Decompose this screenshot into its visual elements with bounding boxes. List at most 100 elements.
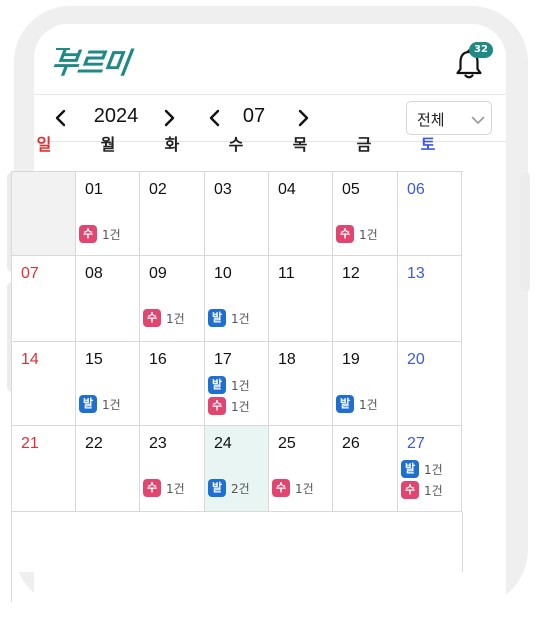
day-cell[interactable]: 09 수 1건: [140, 256, 205, 342]
day-cell[interactable]: 08: [76, 256, 140, 342]
day-cell[interactable]: 23 수 1건: [140, 426, 205, 512]
day-cell[interactable]: 03: [205, 172, 269, 256]
event-count: 1건: [231, 311, 250, 326]
day-cell[interactable]: 22: [76, 426, 140, 512]
day-number: 19: [342, 351, 360, 368]
day-number: 10: [214, 265, 232, 282]
day-number: 05: [342, 181, 360, 198]
weekday-label: 화: [164, 135, 180, 154]
day-number: 04: [278, 181, 296, 198]
app-header: 부르미 32: [34, 24, 506, 95]
weekday-label: 목: [292, 135, 308, 154]
event-tag[interactable]: 발 1건: [208, 308, 250, 328]
weekday-label: 금: [356, 135, 372, 154]
weekday-label: 수: [228, 135, 244, 154]
event-tag[interactable]: 수 1건: [143, 308, 185, 328]
day-number: 11: [278, 265, 295, 282]
event-count: 1건: [231, 399, 250, 414]
event-tag[interactable]: 수 1건: [401, 480, 443, 500]
empty-day-cell: [12, 172, 76, 256]
day-cell[interactable]: 18: [269, 342, 333, 426]
day-number: 08: [85, 265, 103, 282]
day-cell[interactable]: 26: [333, 426, 398, 512]
su-type-chip: 수: [79, 225, 97, 243]
day-number: 26: [342, 435, 360, 452]
day-cell[interactable]: 25 수 1건: [269, 426, 333, 512]
day-cell[interactable]: 14: [12, 342, 76, 426]
day-number: 20: [407, 351, 425, 368]
event-tag[interactable]: 발 1건: [401, 459, 443, 479]
su-type-chip: 수: [336, 225, 354, 243]
event-tag[interactable]: 발 1건: [208, 375, 250, 395]
day-cell[interactable]: 27 발 1건 수 1건: [398, 426, 462, 512]
app-logo[interactable]: 부르미: [49, 40, 132, 82]
bal-type-chip: 발: [401, 460, 419, 478]
event-count: 1건: [424, 483, 443, 498]
day-number: 22: [85, 435, 103, 452]
day-number: 18: [278, 351, 296, 368]
day-cell[interactable]: 07: [12, 256, 76, 342]
day-cell[interactable]: 01 수 1건: [76, 172, 140, 256]
notification-count-badge: 32: [469, 42, 493, 58]
day-cell[interactable]: 11: [269, 256, 333, 342]
day-cell[interactable]: 15 발 1건: [76, 342, 140, 426]
event-tag[interactable]: 발 1건: [79, 394, 121, 414]
day-cell[interactable]: 16: [140, 342, 205, 426]
weekday-label: 토: [420, 135, 436, 154]
day-cell[interactable]: 19 발 1건: [333, 342, 398, 426]
day-cell[interactable]: 21: [12, 426, 76, 512]
phone-side-button: [520, 172, 530, 292]
event-count: 1건: [359, 227, 378, 242]
day-cell[interactable]: 17 발 1건 수 1건: [205, 342, 269, 426]
day-cell[interactable]: 05 수 1건: [333, 172, 398, 256]
day-number: 01: [85, 181, 103, 198]
weekday-label: 월: [100, 135, 116, 154]
weekday-label: 일: [36, 135, 52, 154]
event-tag[interactable]: 발 1건: [336, 394, 378, 414]
day-number: 03: [214, 181, 232, 198]
day-number: 09: [149, 265, 167, 282]
event-tag[interactable]: 수 1건: [143, 478, 185, 498]
day-cell[interactable]: 12: [333, 256, 398, 342]
event-count: 1건: [424, 462, 443, 477]
event-tag[interactable]: 수 1건: [272, 478, 314, 498]
event-count: 1건: [102, 397, 121, 412]
su-type-chip: 수: [143, 309, 161, 327]
day-number: 17: [214, 351, 232, 368]
calendar-grid: 01 수 1건 02 03 04 05 수 1건 06 07 08 09 수 1건 10 발 1건 11 12 13 14…: [11, 171, 463, 602]
event-count: 1건: [102, 227, 121, 242]
day-number: 25: [278, 435, 296, 452]
event-tag[interactable]: 수 1건: [208, 396, 250, 416]
bal-type-chip: 발: [208, 376, 226, 394]
day-cell[interactable]: 20: [398, 342, 462, 426]
day-number: 12: [342, 265, 360, 282]
bal-type-chip: 발: [336, 395, 354, 413]
day-number: 21: [21, 435, 39, 452]
su-type-chip: 수: [208, 397, 226, 415]
chevron-down-icon: [471, 112, 485, 126]
day-cell[interactable]: 24 발 2건: [205, 426, 269, 512]
day-number: 02: [149, 181, 167, 198]
day-cell[interactable]: 06: [398, 172, 462, 256]
event-tag[interactable]: 수 1건: [336, 224, 378, 244]
day-cell[interactable]: 13: [398, 256, 462, 342]
event-count: 1건: [231, 378, 250, 393]
day-cell[interactable]: 04: [269, 172, 333, 256]
day-number: 23: [149, 435, 167, 452]
su-type-chip: 수: [272, 479, 290, 497]
bal-type-chip: 발: [208, 479, 226, 497]
day-number: 13: [407, 265, 425, 282]
event-tag[interactable]: 발 2건: [208, 478, 250, 498]
day-cell[interactable]: 10 발 1건: [205, 256, 269, 342]
event-count: 1건: [166, 311, 185, 326]
event-count: 1건: [295, 481, 314, 496]
su-type-chip: 수: [401, 481, 419, 499]
event-count: 2건: [231, 481, 250, 496]
day-number: 16: [149, 351, 167, 368]
bal-type-chip: 발: [79, 395, 97, 413]
day-cell[interactable]: 02: [140, 172, 205, 256]
event-tag[interactable]: 수 1건: [79, 224, 121, 244]
day-number: 06: [407, 181, 425, 198]
event-count: 1건: [359, 397, 378, 412]
event-count: 1건: [166, 481, 185, 496]
